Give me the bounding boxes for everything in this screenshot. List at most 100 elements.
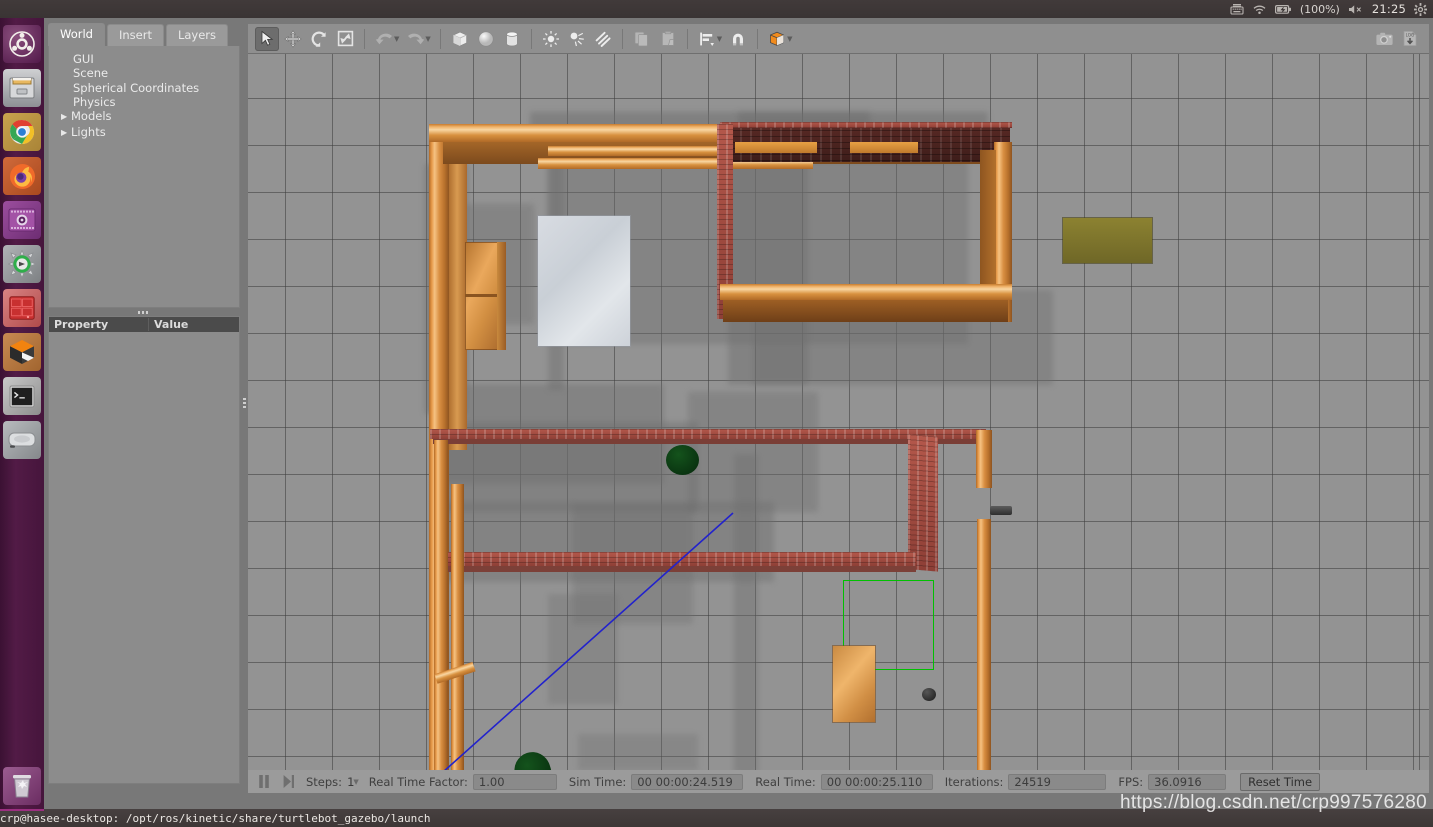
brick-wall-middle-shade[interactable] xyxy=(433,439,986,444)
tab-layers[interactable]: Layers xyxy=(165,24,229,46)
files-icon[interactable] xyxy=(3,69,41,107)
rotate-mode-icon[interactable] xyxy=(307,27,331,51)
brick-window-left[interactable] xyxy=(735,142,817,153)
view-angle-icon[interactable] xyxy=(765,27,789,51)
wood-column-middle-right[interactable] xyxy=(976,430,992,488)
virtualbox-icon[interactable] xyxy=(3,333,41,371)
software-center-icon[interactable] xyxy=(3,201,41,239)
brick-wall-top-right-cap[interactable] xyxy=(720,122,1012,128)
terminal-icon[interactable] xyxy=(3,377,41,415)
iterations-label: Iterations: xyxy=(944,774,1004,789)
window-taskbar: crp@hasee-desktop: /opt/ros/kinetic/shar… xyxy=(0,809,1433,827)
toolbar-separator xyxy=(364,28,365,49)
render-area: ▼ ▼ ▼ ▼ LOG xyxy=(248,24,1429,784)
active-window-title[interactable]: crp@hasee-desktop: /opt/ros/kinetic/shar… xyxy=(0,812,430,825)
clock-label[interactable]: 21:25 xyxy=(1372,2,1406,16)
tree-item-lights[interactable]: ▶ Lights xyxy=(61,125,239,141)
green-cylinder-a[interactable] xyxy=(666,445,699,475)
pycharm-icon[interactable] xyxy=(3,289,41,327)
view-angle-caret-icon[interactable]: ▼ xyxy=(787,35,792,43)
firefox-icon[interactable] xyxy=(3,157,41,195)
3d-viewport[interactable] xyxy=(248,54,1429,784)
box-icon[interactable] xyxy=(448,27,472,51)
battery-icon[interactable] xyxy=(1274,4,1292,15)
chevron-right-icon[interactable]: ▶ xyxy=(61,126,71,140)
tab-world[interactable]: World xyxy=(48,23,105,46)
disk-icon[interactable] xyxy=(3,421,41,459)
chevron-right-icon[interactable]: ▶ xyxy=(61,110,71,124)
brick-window-right[interactable] xyxy=(850,142,918,153)
trash-icon[interactable] xyxy=(3,767,41,805)
redo-icon[interactable] xyxy=(403,27,427,51)
wood-post-center[interactable] xyxy=(977,519,991,784)
turtlebot-robot[interactable] xyxy=(922,688,936,701)
brick-wall-inner-bottom-shade[interactable] xyxy=(438,566,916,572)
real-time-factor-value: 1.00 xyxy=(472,773,557,790)
spot-light-icon[interactable] xyxy=(565,27,589,51)
taskbar-accent-strip xyxy=(0,809,44,811)
tree-item-scene[interactable]: Scene xyxy=(61,66,239,80)
wood-beam-lower-left-a[interactable] xyxy=(434,440,448,774)
toolbar-separator xyxy=(530,28,532,49)
brick-wall-inner-right[interactable] xyxy=(908,434,938,572)
align-icon[interactable] xyxy=(695,27,719,51)
tree-item-models-label: Models xyxy=(71,109,112,124)
translate-mode-icon[interactable] xyxy=(281,27,305,51)
point-light-icon[interactable] xyxy=(539,27,563,51)
snap-magnet-icon[interactable] xyxy=(726,27,750,51)
undo-icon[interactable] xyxy=(372,27,396,51)
chrome-icon[interactable] xyxy=(3,113,41,151)
world-panel: World Insert Layers GUI Scene Spherical … xyxy=(48,23,240,784)
panel-vertical-splitter[interactable] xyxy=(240,24,248,784)
screenshot-camera-icon[interactable] xyxy=(1372,27,1396,51)
brick-wall-middle[interactable] xyxy=(430,429,986,439)
align-dropdown-caret-icon[interactable]: ▼ xyxy=(717,35,722,43)
wood-wall-midright[interactable] xyxy=(720,284,1012,300)
ubuntu-dash-icon[interactable] xyxy=(3,25,41,63)
directional-light-icon[interactable] xyxy=(591,27,615,51)
steps-dropdown-caret-icon[interactable]: ▼ xyxy=(353,778,358,786)
simulation-status-bar: Steps: 1 ▼ Real Time Factor: 1.00 Sim Ti… xyxy=(248,770,1429,793)
log-record-icon[interactable]: LOG xyxy=(1398,27,1422,51)
tree-item-gui[interactable]: GUI xyxy=(61,52,239,66)
copy-icon[interactable] xyxy=(630,27,654,51)
unity-launcher xyxy=(0,18,44,827)
tree-item-physics[interactable]: Physics xyxy=(61,95,239,109)
system-top-bar: (100%) 21:25 xyxy=(0,0,1433,18)
reset-time-button[interactable]: Reset Time xyxy=(1240,772,1321,791)
updates-icon[interactable] xyxy=(3,245,41,283)
step-forward-icon[interactable] xyxy=(278,773,298,791)
wood-beam-lower-left-b[interactable] xyxy=(451,484,464,774)
panel-tabs: World Insert Layers xyxy=(48,23,240,46)
panel-horizontal-splitter[interactable] xyxy=(48,308,240,316)
white-rug[interactable] xyxy=(538,216,630,346)
toolbar-separator xyxy=(439,28,441,49)
cardboard-box[interactable] xyxy=(833,646,875,722)
bookshelf-side xyxy=(497,242,506,350)
tree-item-models[interactable]: ▶ Models xyxy=(61,109,239,125)
brick-wall-inner-bottom[interactable] xyxy=(436,552,916,566)
tree-item-spherical-coordinates[interactable]: Spherical Coordinates xyxy=(61,81,239,95)
toolbar-separator xyxy=(757,28,759,49)
svg-text:LOG: LOG xyxy=(1406,33,1415,38)
world-tree[interactable]: GUI Scene Spherical Coordinates Physics … xyxy=(48,46,240,308)
sim-time-value: 00 00:00:24.519 xyxy=(631,773,744,790)
toolbar-separator xyxy=(621,28,623,49)
tab-insert[interactable]: Insert xyxy=(106,24,164,46)
property-column-header: Property xyxy=(49,318,149,331)
keyboard-indicator-icon[interactable] xyxy=(1230,3,1244,15)
volume-muted-icon[interactable] xyxy=(1348,4,1364,15)
camera-sensor[interactable] xyxy=(990,506,1012,515)
real-time-factor-label: Real Time Factor: xyxy=(368,774,468,789)
scale-mode-icon[interactable] xyxy=(333,27,357,51)
steps-label: Steps: xyxy=(306,774,343,789)
select-mode-icon[interactable] xyxy=(255,26,279,51)
sphere-icon[interactable] xyxy=(474,27,498,51)
wood-wall-midright-inner[interactable] xyxy=(723,300,1008,322)
paste-icon[interactable] xyxy=(656,27,680,51)
cylinder-icon[interactable] xyxy=(500,27,524,51)
olive-table[interactable] xyxy=(1063,218,1152,263)
settings-gear-icon[interactable] xyxy=(1414,2,1427,16)
wifi-icon[interactable] xyxy=(1252,3,1267,15)
pause-icon[interactable] xyxy=(254,773,274,791)
